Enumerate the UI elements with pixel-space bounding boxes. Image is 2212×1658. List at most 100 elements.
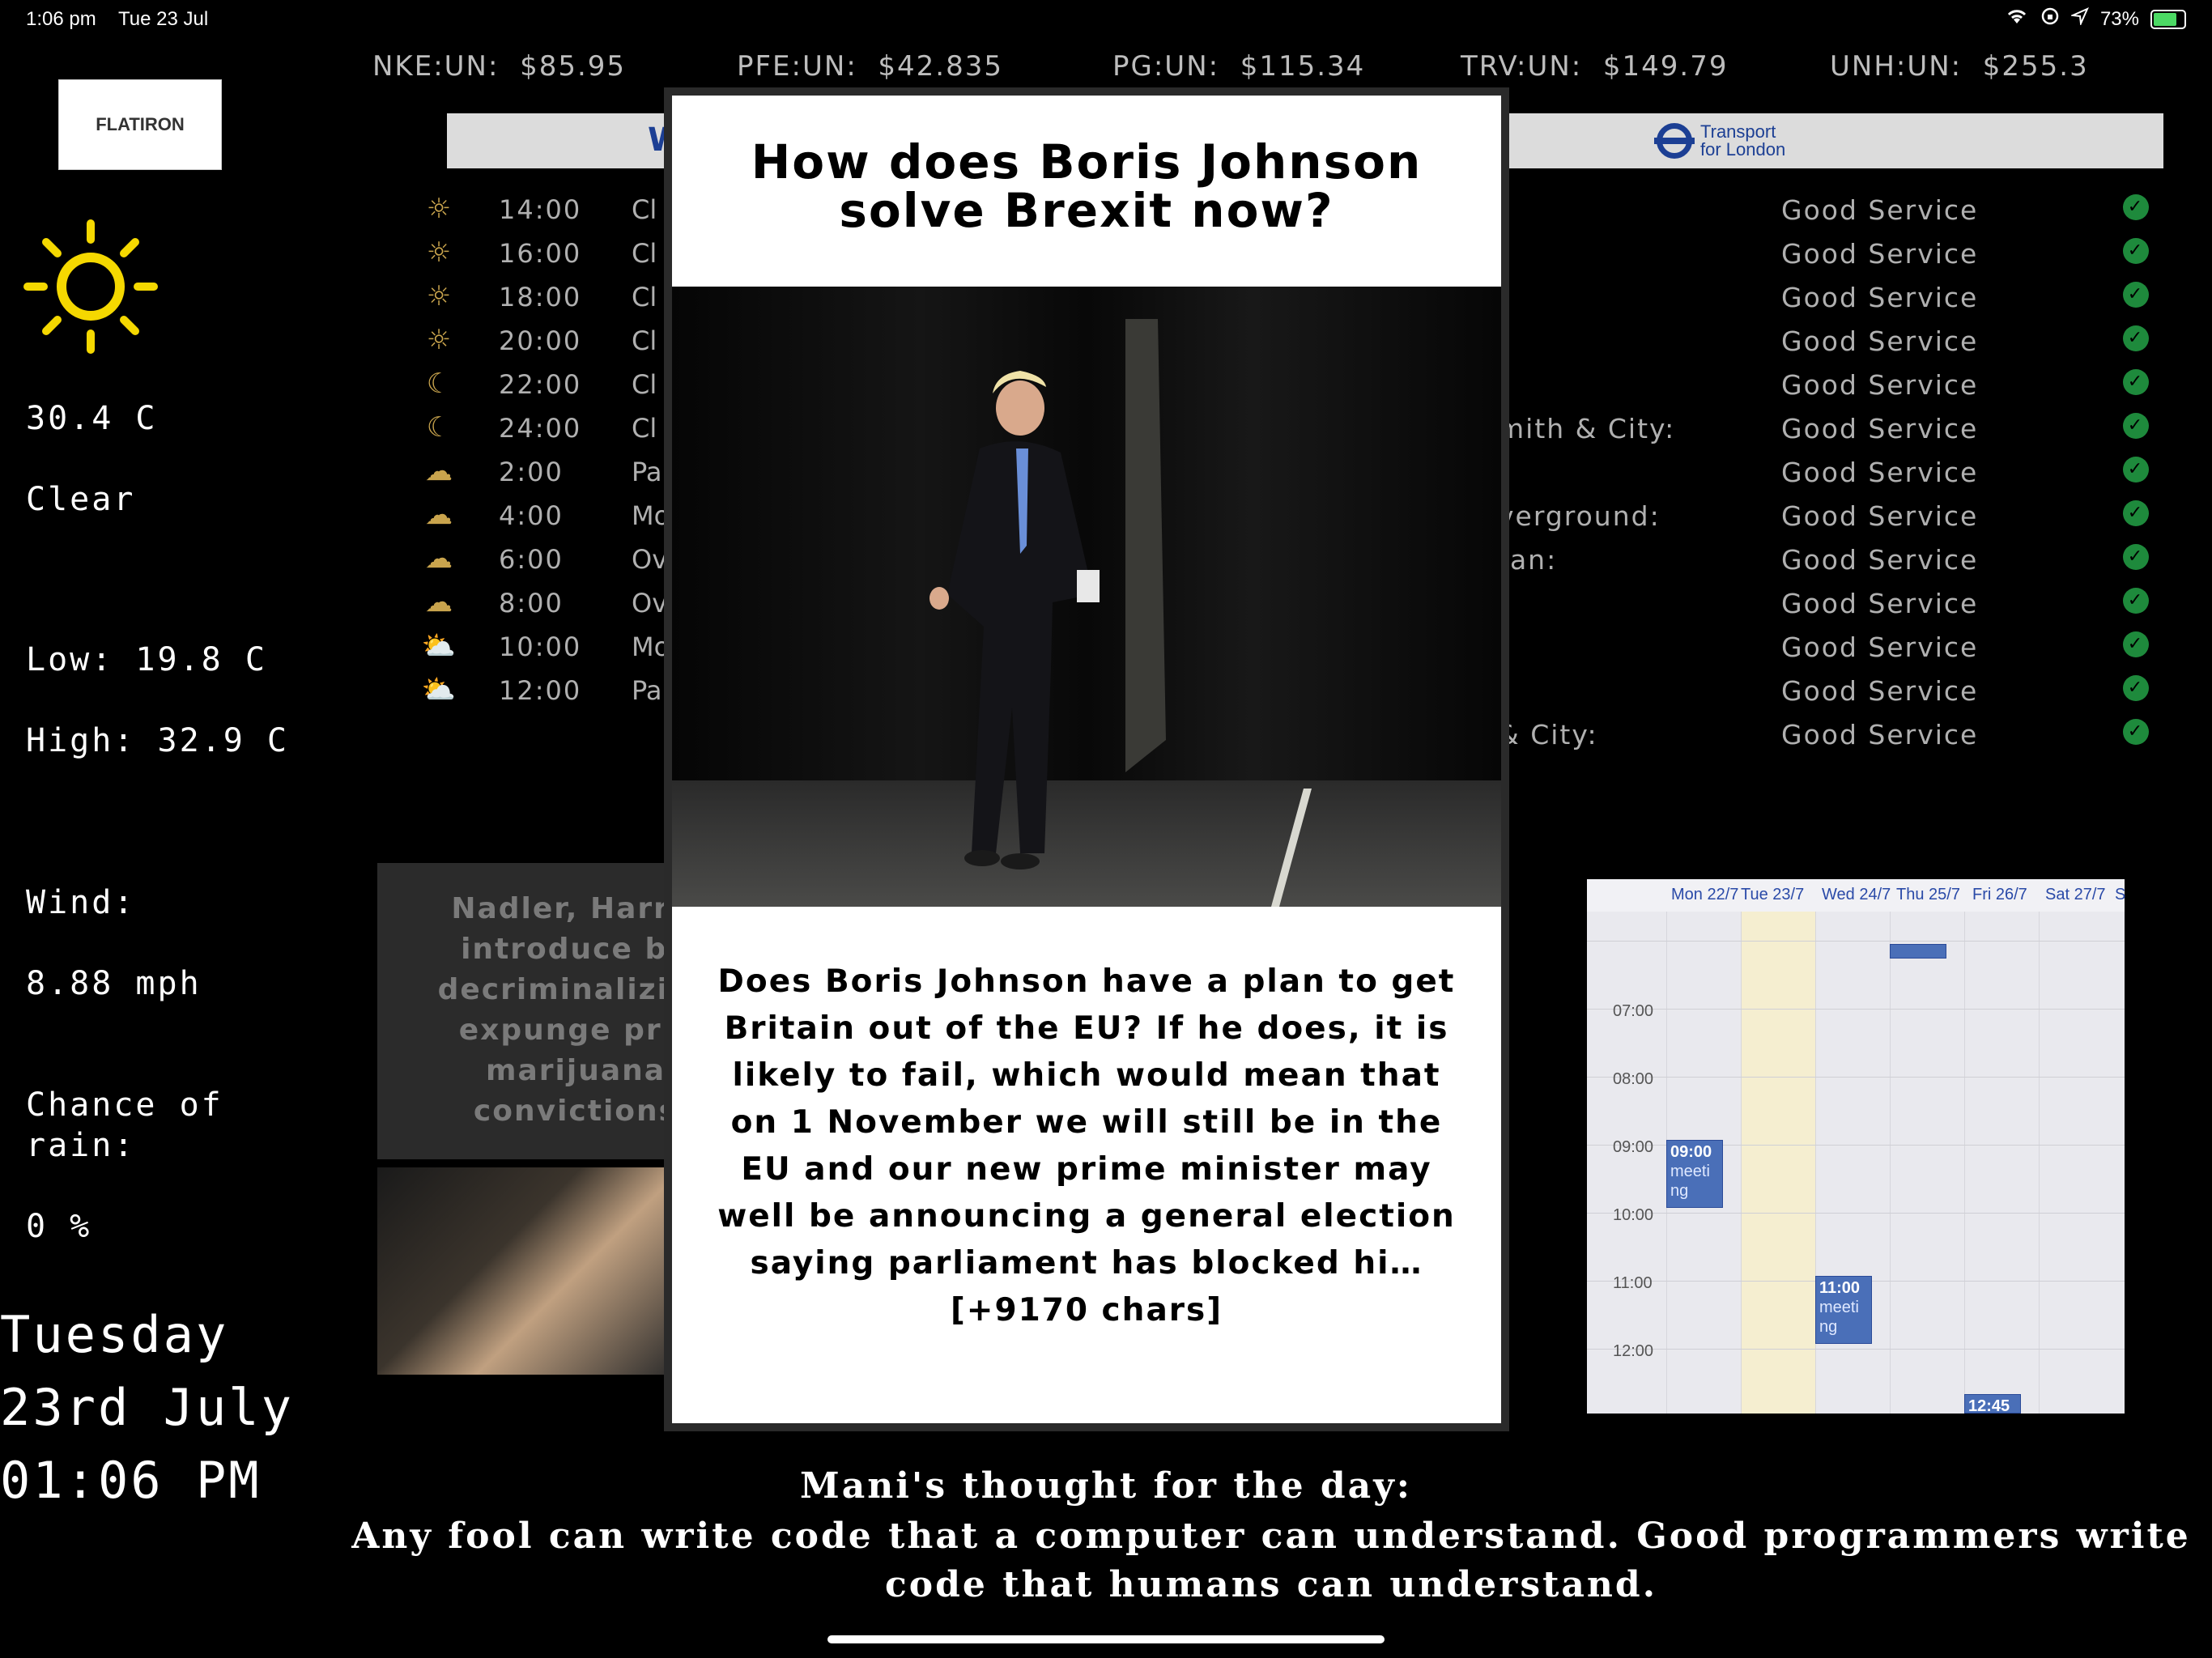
tfl-line-row: Good Service ✓: [1498, 319, 2162, 363]
calendar-hour-label: 11:00: [1613, 1274, 1653, 1292]
wind-value: 8.88 mph: [26, 965, 202, 1002]
tfl-line-row: Good Service ✓: [1498, 581, 2162, 625]
calendar-day[interactable]: Mon 22/7: [1671, 886, 1738, 904]
rain-label: Chance of rain:: [26, 1086, 223, 1164]
day-name: Tuesday: [0, 1305, 229, 1364]
check-icon: ✓: [2123, 631, 2149, 657]
calendar-day[interactable]: Fri 26/7: [1972, 886, 2027, 904]
modal-photo: [672, 287, 1501, 907]
calendar-event[interactable]: 09:00 meeti ng: [1666, 1140, 1723, 1208]
orientation-lock-icon: [2040, 6, 2060, 32]
calendar-event[interactable]: 11:00 meeti ng: [1815, 1276, 1872, 1344]
sun-icon: ☼: [426, 236, 452, 269]
low-temperature: Low: 19.8 C: [26, 641, 267, 678]
check-icon: ✓: [2123, 544, 2149, 570]
status-bar: 1:06 pm Tue 23 Jul 73%: [0, 0, 2212, 39]
tfl-line-row: Good Service ✓: [1498, 669, 2162, 712]
forecast-row: ☼ 20:00 Cl: [421, 319, 664, 363]
tfl-line-row: verground: Good Service ✓: [1498, 494, 2162, 538]
sun-icon: ☼: [426, 193, 452, 225]
high-temperature: High: 32.9 C: [26, 722, 289, 759]
tfl-line-row: mith & City: Good Service ✓: [1498, 406, 2162, 450]
forecast-row: ☁ 8:00 Ov: [421, 581, 667, 625]
tfl-logo-text: Transport for London: [1700, 121, 1786, 159]
moon-icon: ☾: [426, 368, 452, 400]
tfl-line-row: Good Service ✓: [1498, 450, 2162, 494]
stock-ticker: NKE:UN: $85.95 PFE:UN: $42.835 PG:UN: $1…: [372, 50, 2212, 89]
check-icon: ✓: [2123, 719, 2149, 745]
calendar-event[interactable]: [1890, 944, 1946, 959]
ticker-item: PG:UN: $115.34: [1112, 50, 1366, 83]
forecast-row: ☁ 6:00 Ov: [421, 538, 667, 581]
check-icon: ✓: [2123, 325, 2149, 351]
home-indicator[interactable]: [827, 1635, 1385, 1643]
current-condition: Clear: [26, 481, 136, 518]
calendar-day[interactable]: Sat 27/7: [2045, 886, 2106, 904]
wind-label: Wind:: [26, 884, 136, 921]
partly-cloudy-night-icon: ☁: [425, 455, 453, 487]
forecast-row: ☼ 16:00 Cl: [421, 232, 664, 275]
forecast-row: ☾ 24:00 Cl: [421, 406, 664, 450]
wifi-icon: [2005, 7, 2029, 31]
quote-title: Mani's thought for the day:: [799, 1465, 1413, 1507]
news-card-image: [377, 1167, 680, 1375]
modal-title: How does Boris Johnson solve Brexit now?: [751, 134, 1423, 238]
calendar-day[interactable]: Wed 24/7: [1822, 886, 1891, 904]
forecast-row: ⛅ 12:00 Pa: [421, 674, 662, 706]
tfl-logo: Transport for London: [1654, 118, 1786, 164]
tfl-line-row: Good Service ✓: [1498, 188, 2162, 232]
tfl-line-row: :Good Service✓: [1498, 625, 2162, 669]
quote-text: Any fool can write code that a computer …: [351, 1516, 2191, 1605]
today-column: [1741, 912, 1815, 1414]
ticker-item: UNH:UN: $255.3: [1830, 50, 2089, 83]
check-icon: ✓: [2123, 413, 2149, 439]
rain-value: 0 %: [26, 1208, 92, 1245]
tfl-line-row: & City: Good Service ✓: [1498, 712, 2162, 756]
cloud-icon: ☁: [425, 542, 453, 575]
status-date: Tue 23 Jul: [118, 8, 209, 30]
check-icon: ✓: [2123, 675, 2149, 701]
partly-cloudy-day-icon: ⛅: [421, 630, 457, 662]
ticker-item: TRV:UN: $149.79: [1461, 50, 1729, 83]
check-icon: ✓: [2123, 238, 2149, 264]
battery-icon: [2150, 9, 2186, 29]
forecast-row: ☼ 18:00 Cl: [421, 275, 664, 319]
calendar-day[interactable]: S: [2115, 886, 2125, 904]
tfl-line-row: Good Service ✓: [1498, 232, 2162, 275]
sun-icon: ☼: [426, 324, 452, 356]
forecast-row: ☼ 14:00 Cl: [421, 188, 664, 232]
calendar-day[interactable]: Tue 23/7: [1741, 886, 1804, 904]
check-icon: ✓: [2123, 588, 2149, 614]
calendar-hour-label: 07:00: [1613, 1002, 1654, 1020]
forecast-row: ☁ 2:00 Pa: [421, 450, 664, 494]
ticker-item: NKE:UN: $85.95: [372, 50, 627, 83]
check-icon: ✓: [2123, 500, 2149, 526]
forecast-row: ⛅ 10:00 Mo: [421, 630, 670, 662]
calendar-hour-label: 08:00: [1613, 1070, 1654, 1088]
partly-cloudy-day-icon: ⛅: [421, 674, 457, 706]
calendar-hour-label: 10:00: [1613, 1206, 1654, 1224]
check-icon: ✓: [2123, 457, 2149, 483]
tfl-roundel-icon: [1654, 123, 1695, 159]
calendar-day[interactable]: Thu 25/7: [1896, 886, 1960, 904]
calendar-widget[interactable]: Mon 22/7 Tue 23/7 Wed 24/7 Thu 25/7 Fri …: [1587, 879, 2125, 1415]
forecast-row: ☁ 4:00 Mo: [421, 494, 670, 538]
calendar-event[interactable]: 12:45: [1964, 1394, 2021, 1415]
moon-icon: ☾: [426, 411, 452, 444]
location-icon: [2069, 7, 2089, 31]
sun-icon: [23, 219, 159, 358]
check-icon: ✓: [2123, 282, 2149, 308]
calendar-header: Mon 22/7 Tue 23/7 Wed 24/7 Thu 25/7 Fri …: [1587, 879, 2125, 912]
check-icon: ✓: [2123, 369, 2149, 395]
forecast-row: ☾ 22:00 Cl: [421, 363, 664, 406]
battery-percent: 73%: [2099, 7, 2139, 30]
tfl-line-row: Good Service ✓: [1498, 363, 2162, 406]
partly-cloudy-night-icon: ☁: [425, 499, 453, 531]
status-icons: 73%: [2005, 6, 2186, 32]
full-date: 23rd July: [0, 1378, 294, 1437]
check-icon: ✓: [2123, 194, 2149, 220]
calendar-hour-label: 09:00: [1613, 1138, 1654, 1156]
modal-body-text: Does Boris Johnson have a plan to get Br…: [717, 963, 1456, 1329]
flatiron-logo: FLATIRON: [58, 79, 222, 170]
current-temperature: 30.4 C: [26, 400, 158, 437]
